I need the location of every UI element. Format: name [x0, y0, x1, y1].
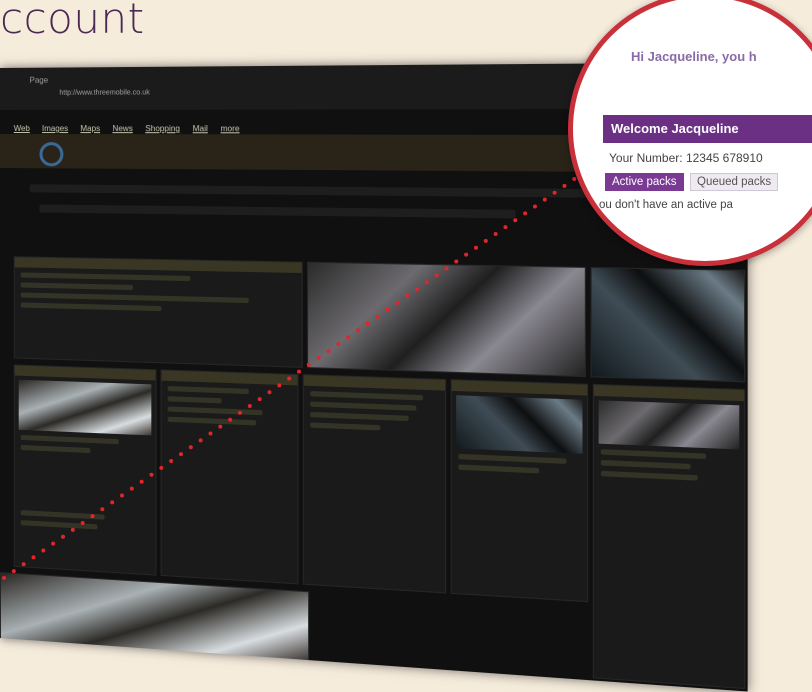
tile-text [168, 396, 222, 403]
ringtone-image[interactable] [19, 380, 152, 436]
tile-header [594, 385, 744, 401]
profile-image[interactable] [456, 395, 582, 454]
tile-text [21, 435, 119, 444]
tile-text [458, 454, 566, 464]
menu-item-more[interactable]: more [221, 124, 240, 133]
greeting-text: Hi Jacqueline, you h [631, 49, 757, 64]
welcome-bar: Welcome Jacqueline [603, 115, 812, 143]
tile-text [168, 417, 256, 426]
tile-text [21, 303, 162, 312]
promo-image[interactable] [307, 262, 586, 377]
number-value: 12345 678910 [686, 151, 763, 165]
tile-header [15, 365, 156, 380]
sidebar-image[interactable] [599, 400, 740, 449]
tile-header [15, 257, 302, 273]
my-profile-tile [451, 379, 589, 602]
tile-header [452, 380, 587, 395]
info-tile [303, 374, 446, 593]
menu-item-news[interactable]: News [112, 124, 132, 133]
menu-item-shopping[interactable]: Shopping [145, 124, 180, 133]
tab-active-packs[interactable]: Active packs [605, 173, 684, 191]
tab-queued-packs[interactable]: Queued packs [690, 173, 778, 191]
url-bar[interactable]: http://www.threemobile.co.uk [59, 89, 328, 100]
tile-text [21, 520, 98, 529]
number-row: Your Number: 12345 678910 [609, 151, 763, 165]
tile-text [21, 445, 91, 453]
tile-text [168, 406, 263, 415]
tile-text [601, 471, 698, 481]
tile-header [304, 375, 445, 390]
tile-text [310, 422, 380, 430]
tile-text [458, 464, 539, 473]
my-ringtone-tile [14, 364, 157, 575]
banner-image[interactable] [0, 572, 309, 662]
promo-image[interactable] [591, 267, 746, 382]
sidebar-tile [593, 384, 745, 689]
page-heading: ccount [0, 0, 145, 43]
browser-menu: Web Images Maps News Shopping Mail more [14, 124, 250, 133]
tile-text [601, 449, 706, 459]
number-label: Your Number: [609, 151, 683, 165]
empty-state-message: ou don't have an active pa [599, 199, 733, 211]
notice-bar [39, 204, 515, 218]
tile-text [310, 412, 408, 421]
tile-header [162, 370, 298, 385]
tile-text [310, 402, 416, 411]
tile-text [21, 292, 249, 303]
menu-item-maps[interactable]: Maps [80, 124, 100, 133]
site-logo-icon[interactable] [39, 142, 63, 166]
tile-text [601, 460, 691, 469]
tile-text [310, 391, 423, 400]
menu-item-images[interactable]: Images [42, 124, 68, 133]
menu-item-web[interactable]: Web [14, 124, 30, 133]
tile-text [21, 272, 191, 281]
pack-tabs: Active packs Queued packs [605, 172, 780, 190]
account-tile [14, 256, 303, 368]
tile-text [21, 510, 105, 520]
menu-item-mail[interactable]: Mail [193, 124, 208, 133]
products-tile [161, 369, 299, 584]
tile-text [168, 386, 249, 394]
tile-text [21, 282, 133, 290]
window-title: Page [30, 76, 49, 85]
